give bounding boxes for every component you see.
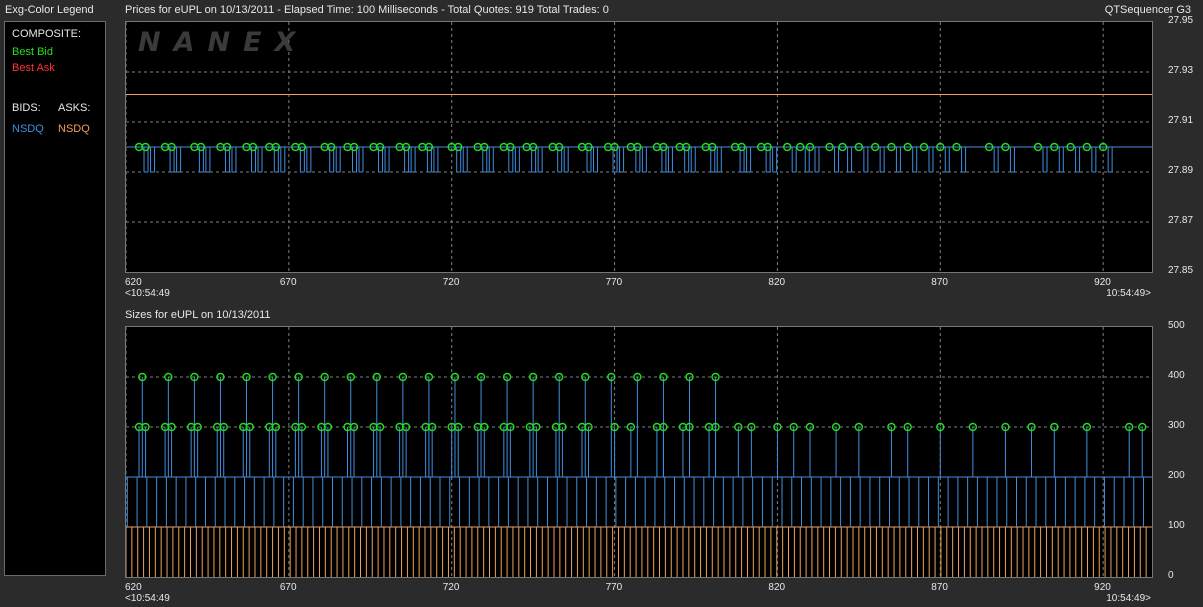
- price-x-tick-label: 720: [442, 277, 460, 288]
- price-x-end-label: 10:54:49>: [1106, 288, 1151, 299]
- size-x-tick-label: 820: [768, 582, 786, 593]
- price-x-tick-label: 870: [931, 277, 948, 288]
- price-x-start-label: <10:54:49: [125, 288, 170, 299]
- nanex-watermark: NANEX: [138, 27, 309, 58]
- size-y-tick-label: 200: [1168, 470, 1185, 481]
- size-chart-area: [125, 326, 1153, 578]
- price-y-tick-label: 27.91: [1168, 115, 1194, 126]
- legend-title: Exg-Color Legend: [5, 4, 94, 16]
- price-chart-area: [125, 21, 1153, 273]
- prices-chart-title: Prices for eUPL on 10/13/2011 - Elapsed …: [125, 4, 609, 16]
- size-x-tick-label: 620: [125, 582, 142, 593]
- price-x-tick-label: 670: [279, 277, 297, 288]
- legend-panel: COMPOSITE: Best Bid Best Ask BIDS: ASKS:…: [4, 21, 106, 576]
- legend-composite-label: COMPOSITE:: [12, 28, 82, 40]
- size-x-tick-label: 720: [442, 582, 460, 593]
- legend-best-bid: Best Bid: [12, 46, 53, 58]
- price-x-tick-label: 770: [605, 277, 623, 288]
- size-y-tick-label: 500: [1168, 320, 1185, 331]
- legend-ask-exchange: NSDQ: [58, 123, 90, 135]
- legend-best-ask: Best Ask: [12, 62, 55, 74]
- legend-bids-label: BIDS:: [12, 102, 41, 114]
- price-x-tick-label: 620: [125, 277, 142, 288]
- size-y-tick-label: 0: [1168, 570, 1174, 581]
- price-y-tick-label: 27.93: [1168, 65, 1194, 76]
- size-x-tick-label: 920: [1094, 582, 1111, 593]
- legend-bid-exchange: NSDQ: [12, 123, 44, 135]
- legend-asks-label: ASKS:: [58, 102, 91, 114]
- price-chart: [126, 22, 1152, 272]
- size-y-tick-label: 400: [1168, 370, 1185, 381]
- price-y-tick-label: 27.95: [1168, 15, 1194, 26]
- price-y-tick-label: 27.89: [1168, 165, 1194, 176]
- size-x-tick-label: 870: [931, 582, 948, 593]
- price-x-tick-label: 920: [1094, 277, 1111, 288]
- size-x-end-label: 10:54:49>: [1106, 593, 1151, 604]
- price-y-tick-label: 27.85: [1168, 265, 1194, 276]
- size-y-tick-label: 300: [1168, 420, 1185, 431]
- size-x-tick-label: 670: [279, 582, 297, 593]
- size-x-tick-label: 770: [605, 582, 623, 593]
- size-chart: [126, 327, 1152, 577]
- size-x-start-label: <10:54:49: [125, 593, 170, 604]
- price-x-tick-label: 820: [768, 277, 786, 288]
- sizes-chart-title: Sizes for eUPL on 10/13/2011: [125, 309, 271, 321]
- size-y-tick-label: 100: [1168, 520, 1185, 531]
- price-y-tick-label: 27.87: [1168, 215, 1194, 226]
